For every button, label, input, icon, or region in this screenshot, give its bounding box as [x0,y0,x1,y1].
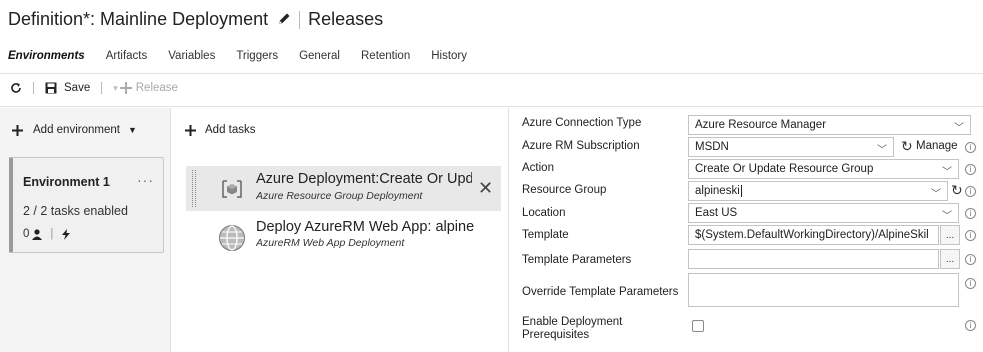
chevron-down-icon: ﹀ [877,145,887,156]
save-icon [45,82,57,94]
info-icon[interactable]: i [965,208,976,219]
page-title: Definition*: Mainline Deployment Release… [8,9,383,30]
plus-icon [185,124,196,136]
resource-group-value: alpineski [695,185,740,197]
person-icon[interactable] [32,228,43,240]
template-parameters-label: Template Parameters [522,254,632,266]
action-label: Action [522,162,554,174]
toolbar-separator [33,82,34,94]
connection-type-select[interactable]: Azure Resource Manager ﹀ [688,115,971,135]
tab-artifacts[interactable]: Artifacts [106,50,148,62]
title-divider [299,10,301,29]
info-icon[interactable]: i [965,254,976,265]
save-label: Save [64,82,91,94]
task-title: Deploy AzureRM Web App: alpine [256,219,475,235]
divider [0,73,983,74]
template-label: Template [522,229,569,241]
chevron-down-icon: ﹀ [954,123,964,134]
refresh-icon[interactable] [10,82,22,94]
task-subtitle: Azure Resource Group Deployment [256,190,423,202]
enable-prerequisites-checkbox[interactable] [692,320,704,332]
chevron-down-icon: ▼ [127,125,137,135]
add-tasks-label: Add tasks [205,124,256,136]
more-options-icon[interactable]: ··· [137,172,154,188]
tab-variables[interactable]: Variables [168,50,215,62]
tab-retention[interactable]: Retention [361,50,410,62]
info-icon[interactable]: i [965,164,976,175]
add-environment-button[interactable]: Add environment ▼ [12,124,137,136]
approvers-count: 0 [23,228,30,240]
info-icon[interactable]: i [965,142,976,153]
refresh-icon[interactable]: ↻ [951,182,963,199]
tab-environments[interactable]: Environments [8,50,85,62]
chevron-down-icon: ﹀ [931,189,941,200]
task-title: Azure Deployment:Create Or Upd [256,171,472,187]
task-subtitle: AzureRM Web App Deployment [256,237,405,249]
divider [0,106,983,107]
environment-name: Environment 1 [23,175,110,189]
close-icon[interactable]: ✕ [478,178,493,199]
add-tasks-button[interactable]: Add tasks [185,124,256,136]
pencil-icon[interactable] [278,9,291,30]
browse-button[interactable]: ... [940,225,960,245]
enable-prerequisites-label-line2: Prerequisites [522,329,590,341]
releases-link[interactable]: Releases [308,9,383,30]
connection-type-value: Azure Resource Manager [695,119,827,131]
enable-prerequisites-label: Enable Deployment Prerequisites [522,316,622,342]
template-input[interactable]: $(System.DefaultWorkingDirectory)/Alpine… [688,225,939,245]
status-separator: | [50,228,54,240]
add-environment-label: Add environment [33,124,120,136]
tasks-enabled-text: 2 / 2 tasks enabled [23,204,128,218]
toolbar: Save ▾ Release [10,82,178,94]
subscription-value: MSDN [695,141,729,153]
plus-icon [12,124,23,136]
drag-handle[interactable] [192,170,196,207]
location-select[interactable]: East US ﹀ [688,203,959,223]
release-button[interactable]: ▾ Release [113,82,178,94]
resource-group-icon [220,177,244,206]
subscription-label: Azure RM Subscription [522,140,640,152]
action-value: Create Or Update Resource Group [695,163,874,175]
environment-status: 0 | [23,228,71,240]
tab-history[interactable]: History [431,50,467,62]
location-label: Location [522,207,566,219]
refresh-icon[interactable]: ↻ [901,138,913,155]
action-select[interactable]: Create Or Update Resource Group ﹀ [688,159,959,179]
subscription-select[interactable]: MSDN ﹀ [688,137,894,157]
manage-link[interactable]: Manage [916,140,958,152]
toolbar-separator [101,82,103,94]
location-value: East US [695,207,738,219]
info-icon[interactable]: i [965,278,976,289]
definition-title: Definition*: Mainline Deployment [8,9,269,29]
task-item-selected[interactable]: Azure Deployment:Create Or Upd Azure Res… [186,166,501,211]
override-parameters-textarea[interactable] [688,273,959,307]
tab-general[interactable]: General [299,50,340,62]
resource-group-input[interactable]: alpineski ﹀ [688,181,948,201]
info-icon[interactable]: i [965,230,976,241]
lightning-icon[interactable] [61,228,71,240]
environment-card[interactable]: Environment 1 ··· 2 / 2 tasks enabled 0 … [9,157,164,253]
release-label: Release [135,82,178,94]
template-parameters-input[interactable] [688,249,939,269]
tab-triggers[interactable]: Triggers [236,50,278,62]
template-value: $(System.DefaultWorkingDirectory)/Alpine… [695,229,929,241]
chevron-down-icon: ﹀ [942,167,952,178]
tab-bar: Environments Artifacts Variables Trigger… [8,50,488,62]
web-app-icon [218,224,246,257]
browse-button[interactable]: ... [940,249,960,269]
enable-prerequisites-label-line1: Enable Deployment [522,316,623,328]
connection-type-label: Azure Connection Type [522,117,642,129]
chevron-down-icon: ﹀ [942,211,952,222]
info-icon[interactable]: i [965,186,976,197]
info-icon[interactable]: i [965,320,976,331]
plus-icon [119,82,132,94]
save-button[interactable]: Save [45,82,90,94]
override-parameters-label: Override Template Parameters [522,286,679,298]
text-cursor [740,185,742,197]
task-item[interactable]: Deploy AzureRM Web App: alpine AzureRM W… [186,218,501,263]
resource-group-label: Resource Group [522,184,607,196]
